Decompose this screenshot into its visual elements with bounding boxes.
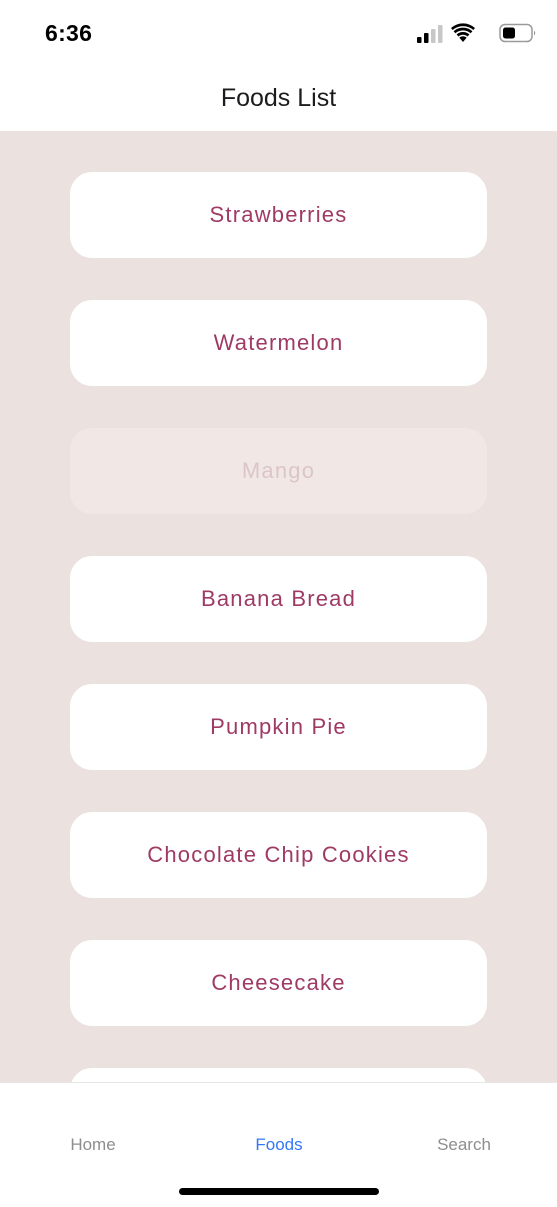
food-item-banana-bread[interactable]: Banana Bread	[70, 556, 487, 642]
food-item-label: Mango	[241, 458, 316, 483]
food-item-label: Chocolate Chip Cookies	[147, 842, 410, 867]
food-item-pumpkin-pie[interactable]: Pumpkin Pie	[70, 684, 487, 770]
tab-foods[interactable]: Foods	[186, 1135, 372, 1155]
status-bar: 6:36	[0, 0, 557, 66]
battery-icon	[499, 23, 536, 43]
page-title: Foods List	[220, 84, 337, 112]
food-item-label: Banana Bread	[200, 586, 357, 611]
screen: 6:36 Foods List Strawberries Watermelon …	[0, 0, 557, 1207]
food-item-partial[interactable]	[70, 1068, 487, 1082]
food-item-label: Watermelon	[213, 330, 344, 355]
food-item-watermelon[interactable]: Watermelon	[70, 300, 487, 386]
tab-home[interactable]: Home	[0, 1135, 186, 1155]
wifi-icon	[451, 23, 475, 42]
status-time: 6:36	[45, 20, 93, 46]
food-item-chocolate-chip-cookies[interactable]: Chocolate Chip Cookies	[70, 812, 487, 898]
foods-scroll-view[interactable]: Strawberries Watermelon Mango Banana Bre…	[0, 131, 557, 1082]
food-list: Strawberries Watermelon Mango Banana Bre…	[70, 172, 487, 1082]
food-item-strawberries[interactable]: Strawberries	[70, 172, 487, 258]
food-item-cheesecake[interactable]: Cheesecake	[70, 940, 487, 1026]
food-item-label: Pumpkin Pie	[210, 714, 347, 739]
food-item-label: Cheesecake	[211, 970, 346, 995]
signal-icon	[417, 25, 443, 43]
tab-search[interactable]: Search	[371, 1135, 557, 1155]
food-item-mango[interactable]: Mango	[70, 428, 487, 514]
nav-header: Foods List	[0, 66, 557, 131]
status-icons	[407, 22, 537, 46]
home-indicator	[179, 1188, 379, 1195]
food-item-label: Strawberries	[209, 202, 348, 227]
